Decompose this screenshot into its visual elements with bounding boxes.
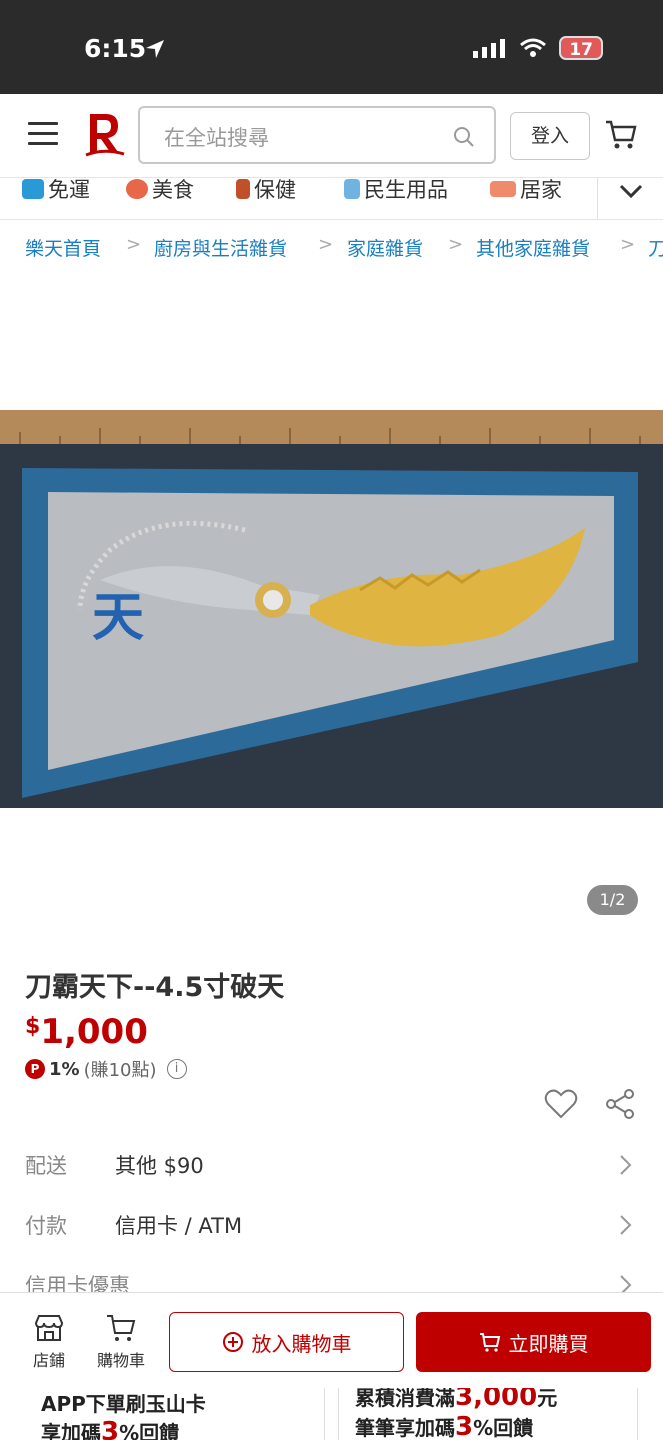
chevron-right-icon: [620, 1215, 632, 1235]
shipping-value: 其他 $90: [115, 1154, 204, 1178]
category-label: 民生用品: [364, 178, 448, 202]
category-food[interactable]: 美食: [126, 178, 194, 204]
cart-icon[interactable]: [604, 118, 638, 152]
price-amount: 1,000: [40, 1012, 148, 1052]
product-image[interactable]: 天: [0, 410, 663, 808]
payment-value: 信用卡 / ATM: [115, 1214, 243, 1238]
rakuten-logo[interactable]: [82, 110, 126, 158]
breadcrumb-item[interactable]: 廚房與生活雜貨: [154, 234, 287, 261]
breadcrumb: 樂天首頁 > 廚房與生活雜貨 > 家庭雜貨 > 其他家庭雜貨 > 刀: [0, 228, 663, 268]
favorite-heart-icon[interactable]: [544, 1088, 578, 1120]
share-icon[interactable]: [604, 1088, 636, 1120]
category-label: 保健: [254, 178, 296, 202]
promo-card[interactable]: 累積消費滿3,000元 筆筆享加碼3%回饋: [338, 1388, 638, 1440]
home-sofa-icon: [490, 181, 516, 197]
add-to-cart-label: 放入購物車: [251, 1331, 352, 1356]
status-time: 6:15: [84, 34, 147, 63]
search-box[interactable]: 在全站搜尋: [138, 106, 496, 164]
info-icon[interactable]: i: [166, 1059, 187, 1079]
points-icon: P: [25, 1059, 45, 1079]
points-percent: 1%: [49, 1058, 80, 1080]
shop-icon: [34, 1315, 64, 1341]
category-label: 美食: [152, 178, 194, 202]
breadcrumb-item[interactable]: 刀: [648, 234, 663, 261]
wifi-icon: [520, 38, 547, 57]
payment-row[interactable]: 付款 信用卡 / ATM: [0, 1194, 663, 1254]
promo-line: APP下單刷玉山卡: [41, 1392, 206, 1416]
sign-text: 天: [92, 588, 144, 648]
shipping-row[interactable]: 配送 其他 $90: [0, 1134, 663, 1194]
shop-label: 店鋪: [32, 1351, 65, 1370]
chevron-right-icon: >: [620, 234, 636, 255]
breadcrumb-item[interactable]: 其他家庭雜貨: [476, 234, 590, 261]
free-shipping-icon: [22, 179, 44, 199]
payment-label: 付款: [25, 1214, 67, 1238]
chevron-down-icon: [619, 184, 643, 199]
cart-icon: [107, 1315, 136, 1341]
product-price: $1,000: [25, 1012, 148, 1052]
cart-icon: [479, 1333, 500, 1352]
search-icon[interactable]: [452, 125, 476, 149]
chevron-right-icon: >: [126, 234, 142, 255]
menu-icon[interactable]: [28, 122, 58, 148]
price-currency: $: [25, 1014, 41, 1039]
add-to-cart-button[interactable]: 放入購物車: [169, 1312, 404, 1372]
bottom-action-bar: 店鋪 購物車 放入購物車 立即購買: [0, 1292, 663, 1388]
category-bar: 免運 美食 保健 民生用品 居家: [0, 178, 663, 220]
promo-line: 筆筆享加碼3%回饋: [355, 1412, 534, 1440]
breadcrumb-item[interactable]: 家庭雜貨: [347, 234, 423, 261]
category-label: 免運: [48, 178, 90, 202]
food-icon: [126, 179, 148, 199]
promo-line: 享加碼3%回饋: [41, 1417, 180, 1440]
location-arrow-icon: [146, 40, 164, 58]
login-button[interactable]: 登入: [510, 112, 590, 160]
daily-goods-icon: [344, 179, 360, 199]
battery-indicator: 17: [559, 36, 603, 60]
category-label: 居家: [520, 178, 562, 202]
category-daily-goods[interactable]: 民生用品: [344, 178, 448, 204]
status-bar: 6:15 17: [0, 0, 663, 94]
cart-label: 購物車: [96, 1351, 145, 1370]
category-free-shipping[interactable]: 免運: [22, 178, 90, 204]
category-health[interactable]: 保健: [236, 178, 296, 204]
status-indicators: 17: [473, 36, 603, 60]
category-expand-button[interactable]: [597, 178, 663, 219]
chevron-right-icon: >: [318, 234, 334, 255]
health-icon: [236, 179, 250, 199]
product-photo: 天: [0, 410, 663, 808]
plus-circle-icon: [222, 1332, 243, 1352]
image-pager: 1/2: [587, 885, 638, 915]
buy-now-button[interactable]: 立即購買: [416, 1312, 651, 1372]
points-earned: (賺10點): [83, 1060, 157, 1081]
chevron-right-icon: >: [448, 234, 464, 255]
cart-button[interactable]: 購物車: [92, 1313, 150, 1371]
signal-icon: [473, 39, 506, 58]
site-header: 在全站搜尋 登入: [0, 94, 663, 178]
chevron-right-icon: [620, 1155, 632, 1175]
shop-button[interactable]: 店鋪: [28, 1313, 70, 1371]
shipping-label: 配送: [25, 1154, 67, 1178]
category-home[interactable]: 居家: [490, 178, 562, 204]
search-placeholder: 在全站搜尋: [164, 126, 269, 150]
buy-now-label: 立即購買: [508, 1331, 589, 1356]
breadcrumb-item[interactable]: 樂天首頁: [25, 234, 101, 261]
promo-card[interactable]: APP下單刷玉山卡 享加碼3%回饋: [25, 1388, 325, 1440]
points-info: P 1% (賺10點) i: [25, 1056, 187, 1082]
product-title: 刀霸天下--4.5寸破天: [25, 972, 285, 1003]
promo-line: 累積消費滿3,000元: [355, 1388, 558, 1412]
